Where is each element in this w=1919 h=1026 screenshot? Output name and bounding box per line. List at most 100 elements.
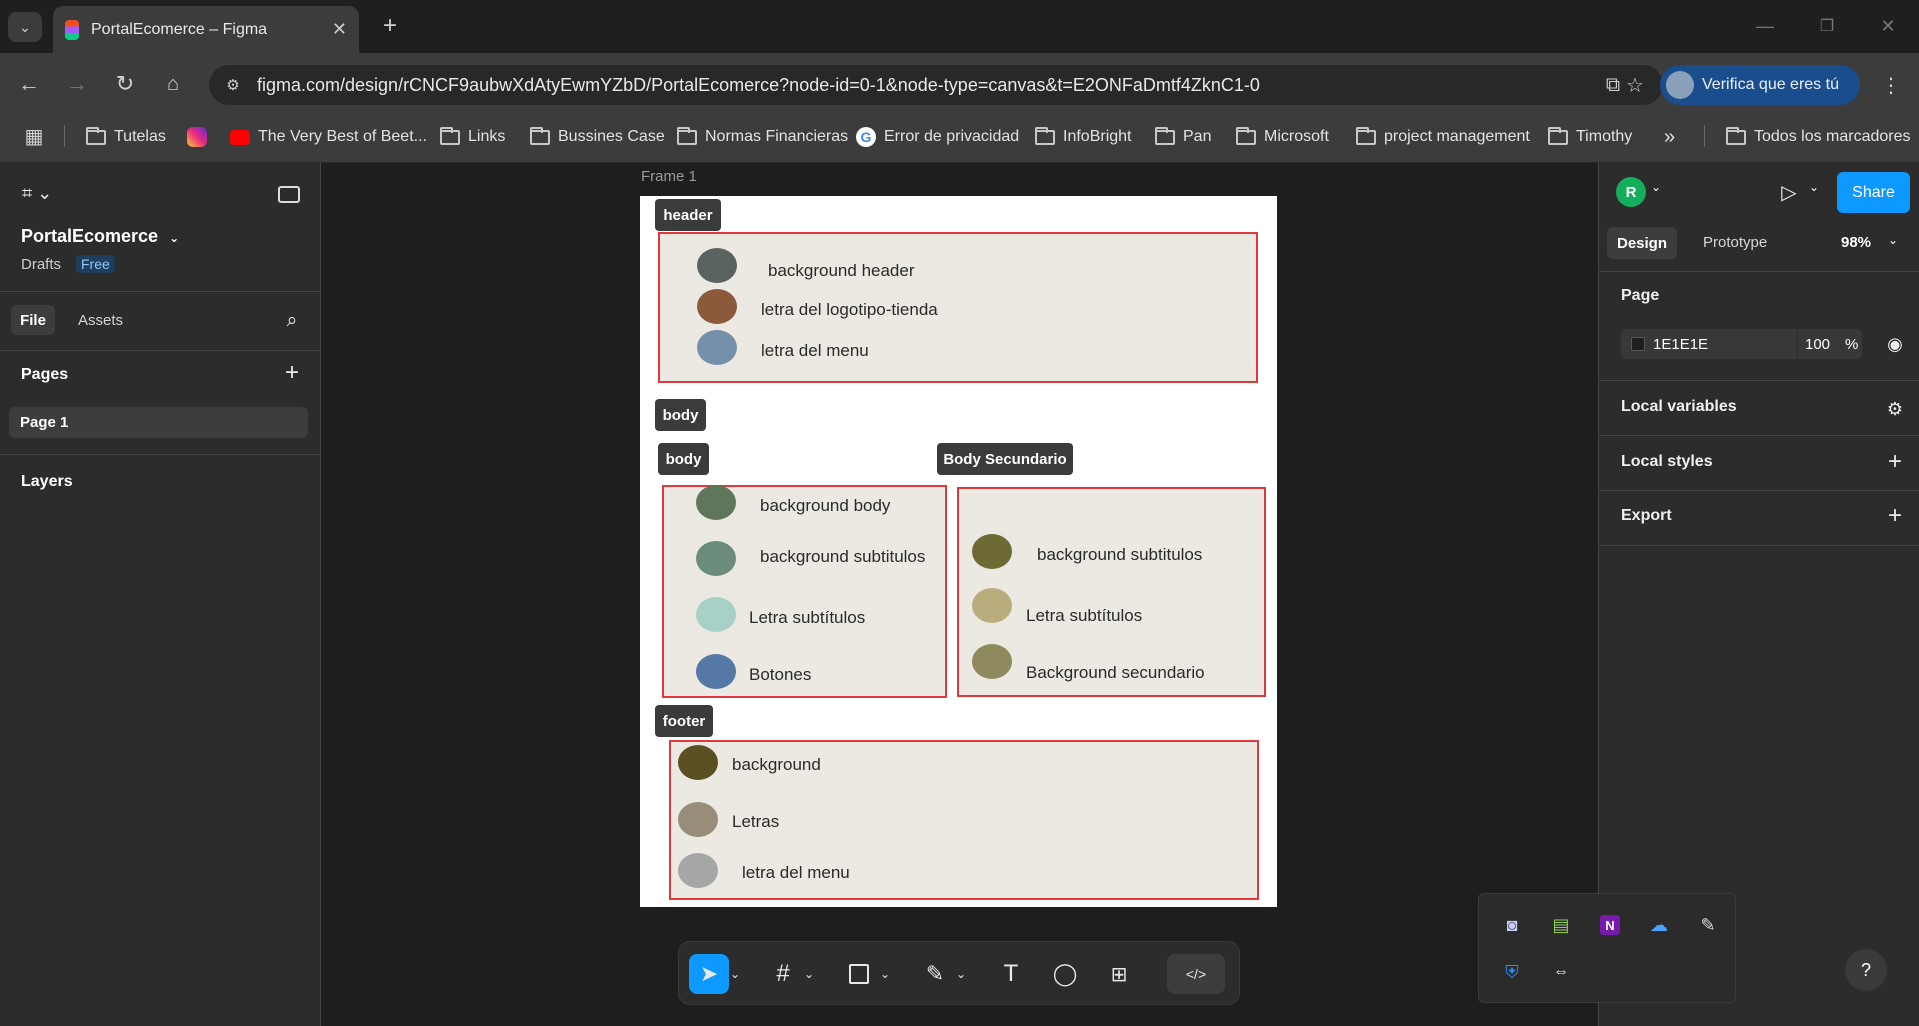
body-tag[interactable]: body bbox=[655, 399, 706, 431]
bookmark-item[interactable]: Tutelas bbox=[86, 123, 166, 151]
variables-icon[interactable]: ⚙ bbox=[1883, 397, 1907, 421]
eye-icon[interactable]: ◉ bbox=[1882, 331, 1908, 357]
restore-icon[interactable]: ❐ bbox=[1812, 12, 1842, 40]
tab-assets[interactable]: Assets bbox=[78, 312, 123, 329]
body-box[interactable]: background body background subtitulos Le… bbox=[662, 485, 947, 698]
panel-toggle-icon[interactable] bbox=[278, 186, 300, 203]
present-play-icon[interactable]: ▷ bbox=[1776, 179, 1802, 205]
bookmark-item[interactable] bbox=[187, 123, 207, 151]
tab-search-icon[interactable]: ⌄ bbox=[8, 12, 42, 42]
chevron-down-icon[interactable]: ⌄ bbox=[1809, 180, 1819, 194]
color-swatch[interactable] bbox=[697, 330, 737, 365]
body-sub-tag[interactable]: body bbox=[658, 443, 709, 475]
bookmark-item[interactable]: Pan bbox=[1155, 123, 1211, 151]
tab-prototype[interactable]: Prototype bbox=[1703, 234, 1767, 251]
forward-icon[interactable]: → bbox=[62, 69, 92, 99]
plan-badge[interactable]: Free bbox=[76, 255, 115, 273]
browser-tab[interactable]: PortalEcomerce – Figma ✕ bbox=[53, 6, 359, 53]
menu-kebab-icon[interactable]: ⋮ bbox=[1878, 70, 1904, 100]
color-swatch[interactable] bbox=[696, 654, 736, 689]
header-box[interactable]: background header letra del logotipo-tie… bbox=[658, 232, 1258, 383]
color-swatch[interactable] bbox=[678, 853, 718, 888]
frame-label[interactable]: Frame 1 bbox=[641, 168, 697, 185]
rectangle-tool-chevron-icon[interactable]: ⌄ bbox=[877, 954, 893, 994]
local-variables-title[interactable]: Local variables bbox=[1621, 398, 1737, 416]
page-item[interactable]: Page 1 bbox=[9, 407, 308, 438]
color-swatch[interactable] bbox=[972, 644, 1012, 679]
help-button[interactable]: ? bbox=[1845, 949, 1887, 991]
discord-icon[interactable]: ◙ bbox=[1497, 910, 1527, 940]
bookmark-item[interactable]: project management bbox=[1356, 123, 1530, 151]
figma-menu-icon[interactable]: ⌗ ⌄ bbox=[22, 183, 62, 207]
bookmark-item[interactable]: InfoBright bbox=[1035, 123, 1131, 151]
color-swatch[interactable] bbox=[696, 597, 736, 632]
back-icon[interactable]: ← bbox=[14, 69, 44, 99]
bookmark-item[interactable]: Bussines Case bbox=[530, 123, 665, 151]
move-tool[interactable]: ➤ bbox=[689, 954, 729, 994]
page-color-field[interactable]: 1E1E1E 100 % bbox=[1621, 329, 1862, 359]
snipping-tool-icon[interactable]: ▤ bbox=[1546, 910, 1576, 940]
pen-tool-chevron-icon[interactable]: ⌄ bbox=[953, 954, 969, 994]
frame[interactable]: header background header letra del logot… bbox=[640, 196, 1277, 907]
body-secondary-box[interactable]: background subtitulos Letra subtítulos B… bbox=[957, 487, 1266, 697]
apps-grid-icon[interactable]: ▦ bbox=[20, 122, 48, 150]
extensions-icon[interactable]: ⧉ bbox=[1598, 70, 1628, 100]
avatar[interactable]: R bbox=[1616, 177, 1646, 207]
chevron-down-icon[interactable]: ⌄ bbox=[1651, 180, 1661, 194]
close-window-icon[interactable]: ✕ bbox=[1873, 12, 1903, 40]
url-bar[interactable]: ⚙ figma.com/design/rCNCF9aubwXdAtyEwmYZb… bbox=[209, 65, 1663, 105]
drafts-label[interactable]: Drafts bbox=[21, 256, 61, 273]
close-tab-icon[interactable]: ✕ bbox=[332, 19, 347, 40]
color-swatch[interactable] bbox=[697, 248, 737, 283]
actions-tool[interactable]: ⊞ bbox=[1099, 954, 1139, 994]
header-tag[interactable]: header bbox=[655, 199, 721, 231]
frame-tool-chevron-icon[interactable]: ⌄ bbox=[801, 954, 817, 994]
remote-desktop-icon[interactable]: ⇔ bbox=[1546, 957, 1576, 987]
rectangle-tool[interactable] bbox=[839, 954, 879, 994]
bookmark-item[interactable]: Microsoft bbox=[1236, 123, 1329, 151]
home-icon[interactable]: ⌂ bbox=[158, 69, 188, 99]
color-swatch[interactable] bbox=[678, 745, 718, 780]
bookmarks-overflow-button[interactable]: » bbox=[1664, 123, 1675, 151]
file-name[interactable]: PortalEcomerce ⌄ bbox=[21, 226, 179, 247]
color-swatch[interactable] bbox=[972, 534, 1012, 569]
pen-tool[interactable]: ✎ bbox=[915, 954, 955, 994]
dev-mode-toggle[interactable]: </> bbox=[1167, 954, 1225, 994]
add-page-icon[interactable]: + bbox=[280, 359, 304, 386]
frame-tool[interactable]: # bbox=[763, 954, 803, 994]
color-swatch[interactable] bbox=[1631, 337, 1645, 351]
all-bookmarks[interactable]: Todos los marcadores bbox=[1726, 123, 1911, 151]
site-settings-icon[interactable]: ⚙ bbox=[221, 73, 245, 97]
comment-tool[interactable]: ◯ bbox=[1045, 954, 1085, 994]
reload-icon[interactable]: ↻ bbox=[110, 69, 140, 99]
onenote-icon[interactable]: N bbox=[1595, 910, 1625, 940]
tab-file[interactable]: File bbox=[11, 305, 55, 335]
footer-box[interactable]: background Letras letra del menu bbox=[669, 740, 1259, 900]
minimize-icon[interactable]: — bbox=[1750, 12, 1780, 40]
tab-design[interactable]: Design bbox=[1607, 227, 1677, 259]
bookmark-item[interactable]: G Error de privacidad bbox=[856, 123, 1019, 151]
move-tool-chevron-icon[interactable]: ⌄ bbox=[727, 954, 743, 994]
bookmark-item[interactable]: The Very Best of Beet... bbox=[230, 123, 427, 151]
body-secondary-tag[interactable]: Body Secundario bbox=[937, 443, 1073, 475]
profile-button[interactable]: Verifica que eres tú bbox=[1660, 65, 1860, 105]
color-swatch[interactable] bbox=[696, 541, 736, 576]
color-swatch[interactable] bbox=[678, 802, 718, 837]
bookmark-item[interactable]: Timothy bbox=[1548, 123, 1632, 151]
zoom-level[interactable]: 98% bbox=[1841, 234, 1871, 251]
search-icon[interactable]: ⌕ bbox=[280, 309, 304, 333]
color-swatch[interactable] bbox=[972, 588, 1012, 623]
onedrive-icon[interactable]: ☁ bbox=[1644, 910, 1674, 940]
defender-shield-icon[interactable]: ⛨ bbox=[1497, 957, 1527, 987]
text-tool[interactable]: T bbox=[991, 954, 1031, 994]
footer-tag[interactable]: footer bbox=[655, 705, 713, 737]
bookmark-item[interactable]: Links bbox=[440, 123, 505, 151]
add-style-icon[interactable]: + bbox=[1883, 448, 1907, 475]
new-tab-icon[interactable]: + bbox=[376, 12, 404, 40]
add-export-icon[interactable]: + bbox=[1883, 502, 1907, 529]
bookmark-item[interactable]: Normas Financieras bbox=[677, 123, 848, 151]
chevron-down-icon[interactable]: ⌄ bbox=[1888, 233, 1898, 247]
color-swatch[interactable] bbox=[696, 485, 736, 520]
share-button[interactable]: Share bbox=[1837, 172, 1910, 213]
color-swatch[interactable] bbox=[697, 289, 737, 324]
